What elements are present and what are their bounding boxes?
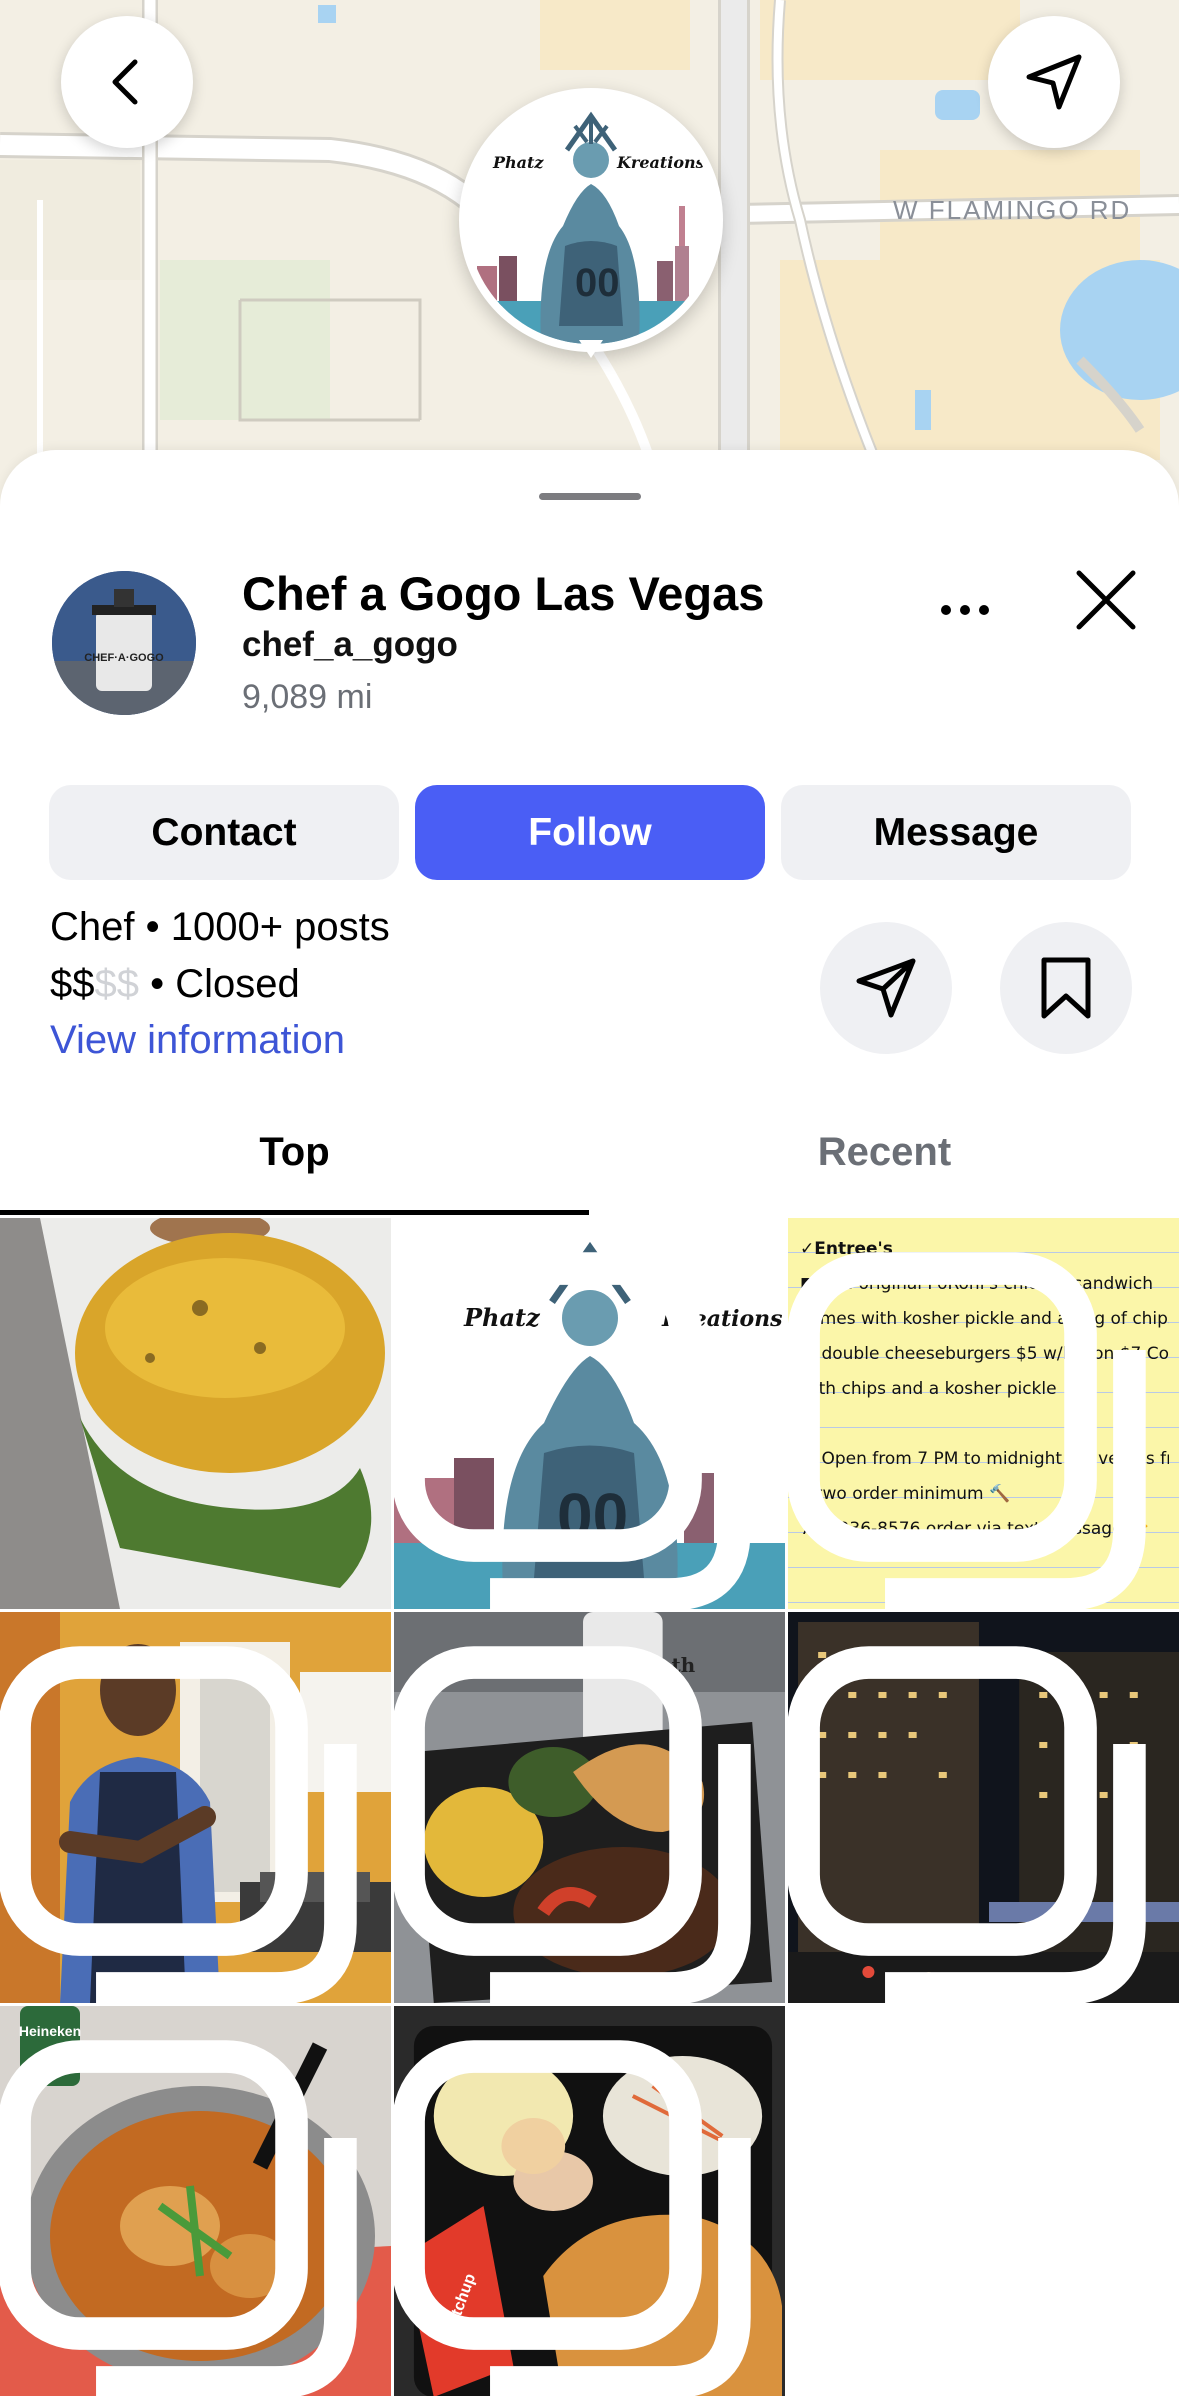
sheet-grabber[interactable] — [539, 493, 641, 500]
map-road-label: W FLAMINGO RD — [893, 195, 1131, 225]
multi-post-icon — [394, 1252, 751, 1609]
follow-button[interactable]: Follow — [415, 785, 765, 880]
profile-name: Chef a Gogo Las Vegas — [242, 567, 765, 620]
post-thumbnail[interactable]: 00 Phatz Kreations — [394, 1218, 785, 1609]
posts-grid: 00 Phatz Kreations ✓Entree's ■ The origi… — [0, 1218, 1179, 2396]
chevron-left-icon — [112, 59, 138, 105]
save-button[interactable] — [1000, 922, 1132, 1054]
map-view[interactable]: W FLAMINGO RD 00 Phatz Kreations — [0, 0, 1179, 520]
tab-top[interactable]: Top — [0, 1130, 589, 1200]
message-button[interactable]: Message — [781, 785, 1131, 880]
post-thumbnail[interactable] — [788, 1612, 1179, 2003]
multi-post-icon — [0, 2040, 357, 2396]
profile-handle[interactable]: chef_a_gogo — [242, 625, 458, 665]
svg-text:CHEF·A·GOGO: CHEF·A·GOGO — [84, 652, 164, 664]
price-level-inactive: $$ — [94, 962, 140, 1006]
share-button[interactable] — [820, 922, 952, 1054]
multi-post-icon — [788, 1252, 1146, 1609]
category-posts-line: Chef • 1000+ posts — [50, 905, 390, 949]
more-options-button[interactable] — [940, 580, 990, 640]
distance-label: 9,089 mi — [242, 678, 373, 716]
post-thumbnail-menu-note[interactable]: ✓Entree's ■ The original PoRoni's chicke… — [788, 1218, 1179, 1609]
multi-post-icon — [0, 1646, 357, 2003]
post-thumbnail[interactable] — [0, 1612, 391, 2003]
open-status: • Closed — [139, 962, 300, 1006]
multi-post-icon — [394, 1646, 751, 2003]
post-thumbnail[interactable]: Heineken — [0, 2006, 391, 2396]
place-sheet: CHEF·A·GOGO Chef a Gogo Las Vegas chef_a… — [0, 450, 1179, 2396]
price-status-line: $$$$ • Closed — [50, 962, 300, 1007]
tab-active-indicator — [0, 1210, 589, 1215]
close-icon — [1076, 570, 1136, 630]
multi-post-icon — [788, 1646, 1146, 2003]
tab-recent[interactable]: Recent — [590, 1130, 1179, 1200]
back-button[interactable] — [61, 16, 193, 148]
svg-text:Kreations: Kreations — [616, 153, 705, 172]
locate-button[interactable] — [988, 16, 1120, 148]
view-information-link[interactable]: View information — [50, 1018, 345, 1063]
svg-text:Phatz: Phatz — [492, 153, 544, 172]
bookmark-icon — [1041, 957, 1091, 1019]
ellipsis-icon — [941, 605, 989, 615]
post-thumbnail[interactable] — [0, 1218, 391, 1609]
map-location-pin[interactable]: 00 Phatz Kreations — [459, 88, 723, 352]
post-thumbnail[interactable]: Liquid Death — [394, 1612, 785, 2003]
send-icon — [856, 958, 916, 1018]
price-level: $$ — [50, 962, 95, 1006]
profile-avatar[interactable]: CHEF·A·GOGO — [52, 571, 196, 715]
contact-button[interactable]: Contact — [49, 785, 399, 880]
logo-image: 00 Phatz Kreations — [467, 96, 715, 344]
close-button[interactable] — [1068, 562, 1144, 638]
svg-text:00: 00 — [575, 261, 620, 305]
multi-post-icon — [394, 2040, 751, 2396]
post-thumbnail[interactable]: Ketchup — [394, 2006, 785, 2396]
navigation-arrow-icon — [1026, 54, 1082, 110]
